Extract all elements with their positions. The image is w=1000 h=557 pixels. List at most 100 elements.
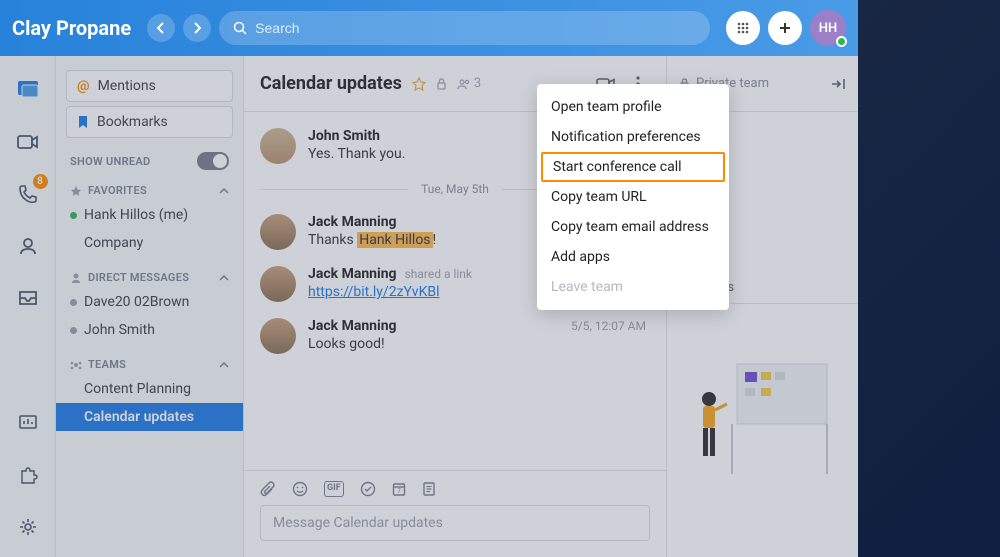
teams-icon (70, 359, 82, 371)
message: Jack Manning 5/5, 12:07 AM Looks good! (244, 310, 666, 362)
bookmarks-label: Bookmarks (97, 114, 168, 130)
dm-item[interactable]: Dave20 02Brown (56, 288, 243, 316)
nav-back-button[interactable] (147, 14, 175, 42)
search-icon (233, 21, 247, 35)
lock-icon (436, 77, 447, 90)
chevron-up-icon (219, 187, 229, 195)
message-author[interactable]: John Smith (308, 128, 380, 144)
privacy-indicator (436, 77, 447, 90)
rail-messages[interactable] (14, 76, 42, 104)
body-area: 8 @ Men (0, 56, 858, 557)
rail-settings[interactable] (14, 513, 42, 541)
person-icon (18, 236, 38, 256)
dropdown-item-disabled[interactable]: Leave team (537, 272, 729, 302)
attach-button[interactable] (260, 481, 276, 497)
conversation-title: Calendar updates (260, 73, 402, 94)
new-button[interactable] (768, 11, 802, 45)
search-input[interactable] (255, 20, 696, 36)
mention-highlight[interactable]: Hank Hillos (357, 232, 432, 248)
brand-name: Clay Propane (12, 16, 131, 40)
search-bar[interactable] (219, 11, 710, 45)
rail-video[interactable] (14, 128, 42, 156)
topbar-right: HH (726, 10, 846, 46)
dms-section[interactable]: DIRECT MESSAGES (70, 271, 229, 284)
rail-inbox[interactable] (14, 284, 42, 312)
dropdown-item-highlighted[interactable]: Start conference call (541, 152, 725, 182)
people-icon (457, 78, 471, 90)
inbox-icon (18, 290, 38, 306)
team-item[interactable]: Content Planning (56, 375, 243, 403)
dialpad-button[interactable] (726, 11, 760, 45)
person-small-icon (70, 272, 82, 284)
gear-icon (18, 517, 38, 537)
expand-panel-button[interactable] (830, 77, 846, 91)
smile-icon (292, 481, 308, 497)
message-meta: shared a link (405, 267, 472, 281)
message-avatar[interactable] (260, 266, 296, 302)
nav-forward-button[interactable] (183, 14, 211, 42)
show-unread-toggle[interactable] (197, 152, 229, 170)
app-window: Clay Propane HH (0, 0, 858, 557)
event-button[interactable]: 7 (392, 481, 406, 497)
avatar-initials: HH (819, 21, 837, 36)
user-avatar[interactable]: HH (810, 10, 846, 46)
teams-section[interactable]: TEAMS (70, 358, 229, 371)
presence-dot (70, 327, 77, 334)
dropdown-item[interactable]: Open team profile (537, 92, 729, 122)
composer: GIF 7 Message Calendar updates (244, 470, 666, 557)
star-icon (70, 185, 82, 197)
show-unread-row: SHOW UNREAD (70, 152, 229, 170)
sidebar: @ Mentions Bookmarks SHOW UNREAD FAVORIT… (56, 56, 244, 557)
rail-analytics[interactable] (14, 409, 42, 437)
show-unread-label: SHOW UNREAD (70, 155, 150, 168)
dropdown-item[interactable]: Copy team email address (537, 212, 729, 242)
dropdown-item[interactable]: Notification preferences (537, 122, 729, 152)
paperclip-icon (260, 481, 276, 497)
presence-indicator (836, 36, 847, 47)
rail-contacts[interactable] (14, 232, 42, 260)
rail-apps[interactable] (14, 461, 42, 489)
dropdown-item[interactable]: Copy team URL (537, 182, 729, 212)
fav-item-me[interactable]: Hank Hillos (me) (56, 201, 243, 229)
message-author[interactable]: Jack Manning (308, 318, 397, 334)
note-icon (422, 481, 436, 497)
message-author[interactable]: Jack Manning (308, 214, 397, 230)
emoji-button[interactable] (292, 481, 308, 497)
message-avatar[interactable] (260, 214, 296, 250)
top-bar: Clay Propane HH (0, 0, 858, 56)
chevron-right-icon (192, 22, 202, 34)
chevron-left-icon (156, 22, 166, 34)
illustration (667, 344, 858, 484)
task-button[interactable] (360, 481, 376, 497)
presence-dot (70, 212, 77, 219)
message-link[interactable]: https://bit.ly/2zYvKBl (308, 284, 440, 300)
favorites-section[interactable]: FAVORITES (70, 184, 229, 197)
chat-icon (17, 80, 39, 100)
dialpad-icon (736, 21, 750, 35)
mentions-nav[interactable]: @ Mentions (66, 70, 233, 102)
dropdown-item[interactable]: Add apps (537, 242, 729, 272)
fav-item-company[interactable]: Company (56, 229, 243, 257)
gif-button[interactable]: GIF (324, 481, 344, 497)
message-text: Looks good! (308, 336, 650, 352)
message-author[interactable]: Jack Manning (308, 266, 397, 282)
note-button[interactable] (422, 481, 436, 497)
plus-icon (778, 21, 792, 35)
bookmark-icon (77, 115, 89, 129)
favorite-button[interactable] (412, 77, 426, 91)
check-circle-icon (360, 481, 376, 497)
team-item-selected[interactable]: Calendar updates (56, 403, 243, 431)
rail-bottom (14, 409, 42, 541)
dm-item[interactable]: John Smith (56, 316, 243, 344)
member-count[interactable]: 3 (457, 76, 481, 91)
chevron-up-icon (219, 361, 229, 369)
presence-dot (70, 299, 77, 306)
left-rail: 8 (0, 56, 56, 557)
star-outline-icon (412, 77, 426, 91)
composer-input[interactable]: Message Calendar updates (260, 505, 650, 541)
rail-calls[interactable]: 8 (14, 180, 42, 208)
bookmarks-nav[interactable]: Bookmarks (66, 106, 233, 138)
message-avatar[interactable] (260, 318, 296, 354)
message-avatar[interactable] (260, 128, 296, 164)
expand-icon (830, 77, 846, 91)
